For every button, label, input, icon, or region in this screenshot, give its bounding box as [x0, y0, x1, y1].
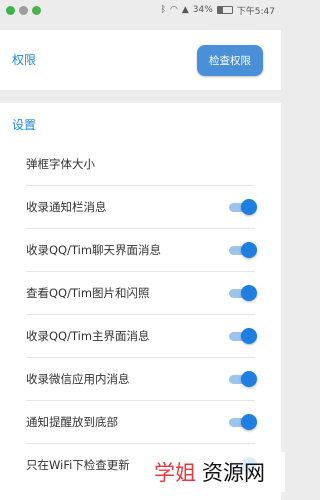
setting-label: 查看QQ/Tim图片和闪照	[26, 286, 150, 300]
toggle-knob	[241, 328, 257, 344]
app-notification-icon	[19, 5, 28, 15]
toggle-knob	[241, 199, 257, 215]
wifi-icon: ◠	[169, 5, 178, 15]
signal-icon: ▲	[181, 5, 189, 15]
notification-bar-toggle[interactable]	[229, 199, 257, 215]
notify-bottom-toggle[interactable]	[229, 414, 257, 430]
status-time: 下午5:47	[236, 6, 275, 17]
check-permissions-button[interactable]: 检查权限	[197, 45, 263, 76]
setting-row-font-size[interactable]: 弹框字体大小	[26, 143, 281, 185]
toggle-knob	[241, 285, 257, 301]
toggle-knob	[241, 414, 257, 430]
wechat-icon	[32, 5, 41, 15]
toggle-knob	[241, 371, 257, 387]
status-system-icons: ᛒ ◠ ▲ 34% 下午5:47	[161, 4, 275, 17]
watermark-black-text: 资源网	[202, 461, 265, 485]
qq-main-toggle[interactable]	[229, 328, 257, 344]
phone-icon	[6, 5, 15, 15]
setting-label: 只在WiFi下检查更新	[26, 458, 130, 472]
toggle-knob	[241, 242, 257, 258]
status-notification-icons	[6, 5, 41, 15]
setting-label: 收录QQ/Tim聊天界面消息	[26, 243, 162, 257]
permissions-card: 权限 检查权限	[0, 30, 281, 90]
setting-label: 收录通知栏消息	[26, 200, 107, 214]
setting-label: 弹框字体大小	[26, 157, 95, 171]
qq-images-toggle[interactable]	[229, 285, 257, 301]
permissions-title: 权限	[12, 53, 37, 67]
setting-label: 收录微信应用内消息	[26, 372, 130, 386]
wechat-toggle[interactable]	[229, 371, 257, 387]
battery-icon	[216, 6, 233, 14]
settings-title: 设置	[12, 118, 37, 132]
qq-chat-toggle[interactable]	[229, 242, 257, 258]
watermark-red-text: 学姐	[154, 461, 196, 485]
battery-percent: 34%	[192, 5, 213, 15]
setting-label: 通知提醒放到底部	[26, 415, 118, 429]
bluetooth-icon: ᛒ	[160, 5, 166, 15]
settings-card: 设置 弹框字体大小 收录通知栏消息 收录QQ/Tim聊天界面消息 查看QQ/Ti…	[0, 103, 281, 500]
setting-label: 收录QQ/Tim主界面消息	[26, 329, 150, 343]
status-bar: ᛒ ◠ ▲ 34% 下午5:47	[0, 0, 281, 20]
watermark-logo: 学姐 资源网	[150, 452, 285, 492]
